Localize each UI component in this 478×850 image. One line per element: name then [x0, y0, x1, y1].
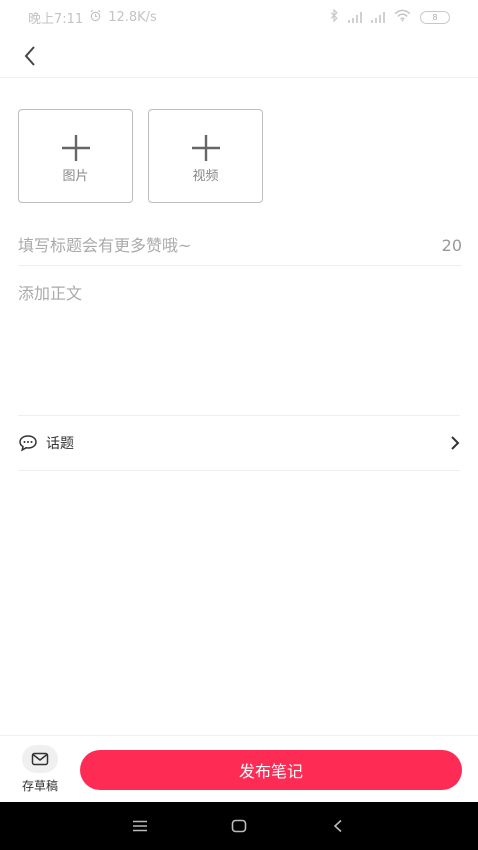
bottom-action-bar: 存草稿 发布笔记 — [0, 735, 478, 802]
network-speed: 12.8K/s — [108, 9, 157, 25]
topic-row[interactable]: 话题 — [18, 415, 460, 471]
status-right: 8 — [330, 7, 450, 26]
status-bar: 晚上7:11 12.8K/s 8 — [0, 0, 478, 34]
nav-bar — [0, 34, 478, 78]
menu-button[interactable] — [120, 806, 160, 846]
draft-icon-wrap — [22, 745, 58, 773]
system-back-button[interactable] — [318, 806, 358, 846]
add-video-button[interactable]: 视频 — [148, 109, 263, 203]
add-video-label: 视频 — [192, 168, 219, 184]
envelope-icon — [31, 752, 49, 766]
topic-label: 话题 — [46, 436, 74, 452]
plus-icon — [191, 134, 220, 161]
publish-button[interactable]: 发布笔记 — [80, 750, 462, 790]
system-nav-bar — [0, 802, 478, 850]
menu-icon — [132, 820, 147, 832]
plus-icon — [61, 134, 90, 161]
save-draft-button[interactable]: 存草稿 — [16, 745, 64, 794]
chevron-left-icon — [24, 46, 35, 66]
home-square-icon — [231, 819, 247, 833]
battery-icon: 8 — [420, 10, 450, 24]
wifi-icon — [394, 9, 411, 26]
title-row: 20 — [18, 226, 462, 266]
signal-icon-1 — [348, 11, 362, 23]
chevron-right-icon — [451, 436, 460, 450]
home-button[interactable] — [219, 806, 259, 846]
save-draft-label: 存草稿 — [21, 779, 58, 793]
status-left: 晚上7:11 12.8K/s — [28, 8, 157, 27]
alarm-icon — [89, 9, 102, 26]
bluetooth-icon — [330, 7, 339, 26]
back-button[interactable] — [14, 40, 46, 72]
topic-left: 话题 — [18, 433, 74, 453]
media-picker: 图片 视频 — [18, 109, 263, 203]
title-char-counter: 20 — [441, 236, 462, 255]
add-image-button[interactable]: 图片 — [18, 109, 133, 203]
title-input[interactable] — [18, 236, 398, 255]
triangle-back-icon — [334, 819, 342, 833]
chat-bubble-icon — [19, 435, 37, 452]
status-time: 晚上7:11 — [28, 11, 84, 27]
body-input[interactable] — [18, 280, 460, 412]
signal-icon-2 — [371, 11, 385, 23]
add-image-label: 图片 — [62, 168, 89, 184]
